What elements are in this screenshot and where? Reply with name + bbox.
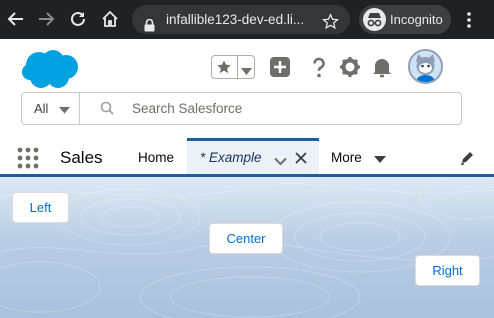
page-content: Left Center Right: [0, 177, 494, 318]
center-button[interactable]: Center: [209, 223, 283, 254]
search-icon: [100, 101, 114, 120]
setup-gear-icon[interactable]: [338, 55, 362, 79]
left-button[interactable]: Left: [12, 192, 69, 223]
nav-item-home[interactable]: Home: [138, 150, 174, 165]
lock-icon: [144, 13, 155, 42]
incognito-icon: [363, 8, 386, 31]
tab-example[interactable]: * Example: [187, 138, 319, 174]
favorites-star-icon[interactable]: [216, 59, 232, 80]
right-button[interactable]: Right: [415, 255, 480, 286]
url-text: infallible123-dev-ed.li...: [166, 12, 305, 27]
favorites-list-icon[interactable]: [241, 63, 252, 81]
back-arrow-icon[interactable]: [3, 6, 29, 32]
tab-example-label: * Example: [200, 150, 262, 165]
help-icon[interactable]: [307, 55, 331, 79]
chevron-down-icon[interactable]: [274, 153, 287, 171]
search-input[interactable]: [132, 93, 432, 124]
notifications-bell-icon[interactable]: [370, 55, 394, 79]
kebab-menu-icon[interactable]: [461, 10, 477, 30]
star-icon[interactable]: [322, 11, 339, 40]
reload-icon[interactable]: [65, 6, 91, 32]
edit-pencil-icon[interactable]: [460, 150, 475, 170]
close-icon[interactable]: [295, 151, 307, 169]
app-launcher-icon[interactable]: [17, 147, 39, 169]
app-navigation-bar: Sales Home * Example More: [0, 138, 494, 177]
favorites-button[interactable]: [211, 55, 255, 79]
chevron-down-icon[interactable]: [374, 151, 386, 169]
home-icon[interactable]: [97, 6, 123, 32]
global-add-icon[interactable]: [268, 55, 292, 79]
incognito-badge[interactable]: Incognito: [359, 5, 451, 34]
global-search: All: [21, 92, 462, 125]
chevron-down-icon: [59, 102, 70, 117]
salesforce-logo[interactable]: [21, 48, 81, 95]
user-avatar[interactable]: [408, 49, 443, 84]
forward-arrow-icon[interactable]: [33, 6, 59, 32]
incognito-label: Incognito: [390, 12, 443, 27]
browser-toolbar: infallible123-dev-ed.li... Incognito: [0, 0, 494, 39]
address-bar[interactable]: infallible123-dev-ed.li...: [132, 5, 350, 34]
search-scope-label: All: [34, 101, 49, 116]
app-name: Sales: [60, 148, 103, 167]
nav-more-menu[interactable]: More: [331, 150, 362, 165]
search-scope-dropdown[interactable]: All: [22, 93, 80, 124]
global-header: All: [0, 39, 494, 138]
